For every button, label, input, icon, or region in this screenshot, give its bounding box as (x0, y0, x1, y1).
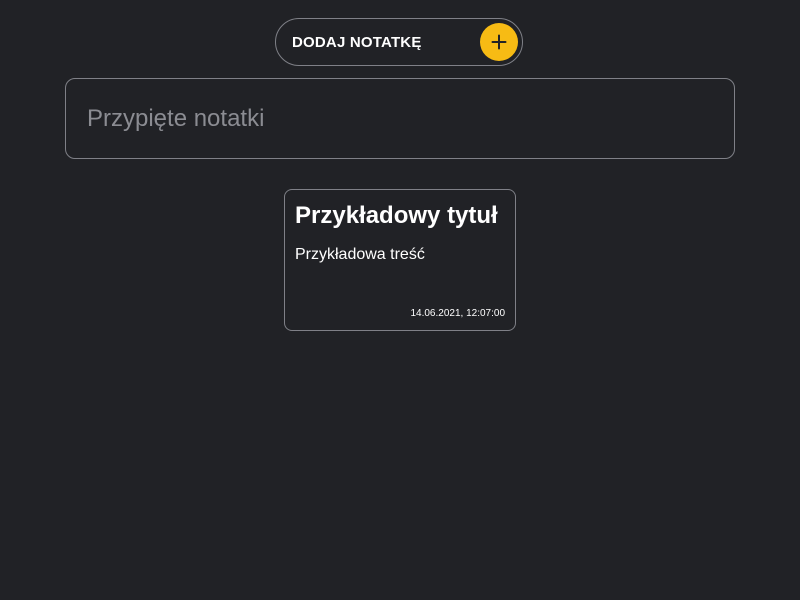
note-title: Przykładowy tytuł (295, 202, 498, 229)
add-note-label: DODAJ NOTATKĘ (292, 33, 422, 51)
note-card[interactable]: Przykładowy tytuł Przykładowa treść 14.0… (284, 189, 516, 331)
add-note-button[interactable]: DODAJ NOTATKĘ (275, 18, 523, 66)
note-content: Przykładowa treść (295, 246, 425, 263)
plus-icon[interactable] (480, 23, 518, 61)
pinned-notes-title: Przypięte notatki (87, 104, 265, 132)
note-date: 14.06.2021, 12:07:00 (410, 308, 505, 319)
pinned-notes-section: Przypięte notatki (65, 78, 735, 159)
